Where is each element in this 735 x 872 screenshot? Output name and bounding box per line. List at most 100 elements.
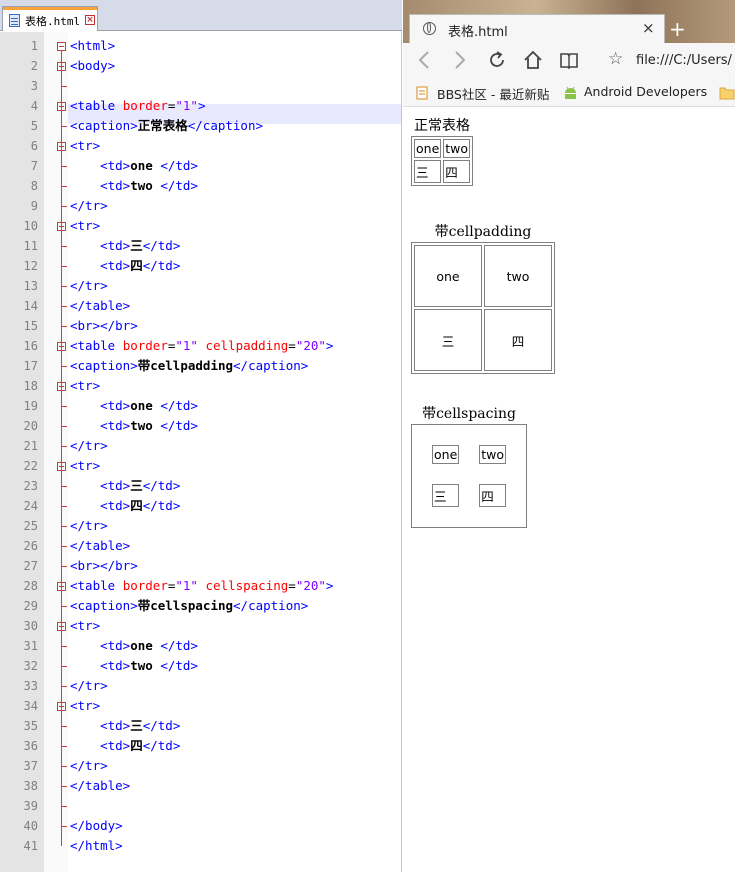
- editor-tab[interactable]: 表格.html ×: [2, 6, 98, 31]
- line-number: 18: [23, 379, 38, 393]
- new-tab-button[interactable]: +: [669, 17, 686, 41]
- bookmarks-bar: BBS社区 - 最近新贴 Android Developers: [403, 78, 735, 107]
- line-number: 36: [23, 739, 38, 753]
- globe-icon: [423, 22, 436, 35]
- code-text: <td>one </td>: [70, 396, 198, 416]
- home-icon[interactable]: [523, 49, 543, 75]
- table-caption: 带cellpadding: [434, 224, 532, 240]
- browser-window: 表格.html × + ☆ file:///C:/Users/ BBS社区 - …: [403, 0, 735, 872]
- code-token: cellspacing: [205, 578, 289, 593]
- table-cell: 三: [414, 160, 442, 183]
- code-token: </tr>: [70, 278, 108, 293]
- line-number: 29: [23, 599, 38, 613]
- code-token: >: [325, 578, 334, 593]
- favorite-star-icon[interactable]: ☆: [608, 49, 623, 69]
- file-icon: [9, 14, 20, 27]
- code-token: >: [325, 338, 334, 353]
- line-number: 11: [23, 239, 38, 253]
- code-text: <br></br>: [70, 316, 138, 336]
- line-number: 5: [30, 119, 38, 133]
- code-token: <td>: [70, 658, 131, 673]
- browser-tab[interactable]: 表格.html ×: [409, 14, 665, 43]
- code-text: <td>two </td>: [70, 656, 198, 676]
- code-text: <td>三</td>: [70, 236, 180, 256]
- line-number: 21: [23, 439, 38, 453]
- code-text: </body>: [70, 816, 123, 836]
- bookmark-android-developers[interactable]: Android Developers: [584, 84, 707, 99]
- code-token: <td>: [70, 258, 131, 273]
- code-token: "20": [295, 338, 326, 353]
- line-number: 32: [23, 659, 38, 673]
- table-cell: two: [484, 245, 552, 307]
- browser-title-bar: 表格.html × +: [403, 0, 735, 43]
- forward-icon[interactable]: [453, 49, 467, 75]
- code-token: <br></br>: [70, 318, 138, 333]
- code-token: 四: [130, 258, 143, 273]
- code-token: </td>: [160, 398, 198, 413]
- code-token: </table>: [70, 298, 131, 313]
- code-text: <td>四</td>: [70, 256, 180, 276]
- code-token: <td>: [70, 418, 131, 433]
- code-token: two: [130, 178, 161, 193]
- android-icon: [563, 85, 578, 104]
- code-text: <br></br>: [70, 556, 138, 576]
- folder-icon[interactable]: [719, 85, 735, 104]
- code-token: </table>: [70, 778, 131, 793]
- reading-view-icon[interactable]: [559, 49, 579, 75]
- code-token: </caption>: [233, 358, 309, 373]
- code-token: </td>: [142, 498, 181, 513]
- code-token: "1": [175, 338, 206, 353]
- code-token: </td>: [160, 418, 198, 433]
- code-token: <tr>: [70, 138, 101, 153]
- line-number: 30: [23, 619, 38, 633]
- code-token: border: [122, 578, 168, 593]
- code-text: <td>one </td>: [70, 156, 198, 176]
- code-text: <td>三</td>: [70, 476, 180, 496]
- line-number: 10: [23, 219, 38, 233]
- table-row: one two: [414, 139, 471, 158]
- refresh-icon[interactable]: [487, 49, 507, 75]
- line-number: 17: [23, 359, 38, 373]
- code-text: <td>two </td>: [70, 416, 198, 436]
- line-number: 25: [23, 519, 38, 533]
- code-text: <tr>: [70, 136, 100, 156]
- code-token: cellpadding: [205, 338, 289, 353]
- code-text: </tr>: [70, 756, 108, 776]
- code-token: </caption>: [233, 598, 309, 613]
- code-token: two: [130, 418, 161, 433]
- code-token: <tr>: [70, 618, 101, 633]
- code-token: </tr>: [70, 518, 108, 533]
- code-text: <caption>正常表格</caption>: [70, 116, 263, 136]
- tab-close-icon[interactable]: ×: [642, 19, 655, 37]
- code-text: <table border="1" cellpadding="20">: [70, 336, 333, 356]
- editor-tab-bar: 表格.html ×: [0, 0, 402, 31]
- table-row: 三 四: [414, 309, 552, 371]
- code-token: </td>: [142, 738, 181, 753]
- code-text: <tr>: [70, 696, 100, 716]
- code-token: <tr>: [70, 698, 101, 713]
- code-token: <table: [70, 338, 123, 353]
- code-token: <table: [70, 98, 123, 113]
- code-text: <td>四</td>: [70, 496, 180, 516]
- back-icon[interactable]: [417, 49, 431, 75]
- table-cell: two: [479, 445, 507, 464]
- code-token: one: [130, 638, 161, 653]
- line-number: 14: [23, 299, 38, 313]
- address-bar[interactable]: ☆ file:///C:/Users/: [603, 49, 735, 73]
- table-caption: 带cellspacing: [422, 406, 516, 422]
- fold-toggle-icon[interactable]: [57, 42, 66, 51]
- code-token: 正常表格: [137, 118, 188, 133]
- bookmark-bbs[interactable]: BBS社区 - 最近新贴: [437, 84, 549, 103]
- code-token: <td>: [70, 638, 131, 653]
- code-token: <td>: [70, 158, 131, 173]
- code-area[interactable]: 1 <html> 2 <body> 3 4 <table border="1"> 5 <capt…: [0, 32, 401, 872]
- code-text: <tr>: [70, 456, 100, 476]
- code-token: 四: [130, 738, 143, 753]
- close-icon[interactable]: ×: [85, 15, 95, 25]
- line-number: 12: [23, 259, 38, 273]
- address-url[interactable]: file:///C:/Users/: [636, 53, 732, 68]
- code-token: <td>: [70, 238, 131, 253]
- code-token: <td>: [70, 718, 131, 733]
- line-number: 39: [23, 799, 38, 813]
- table-cell: one: [432, 445, 460, 464]
